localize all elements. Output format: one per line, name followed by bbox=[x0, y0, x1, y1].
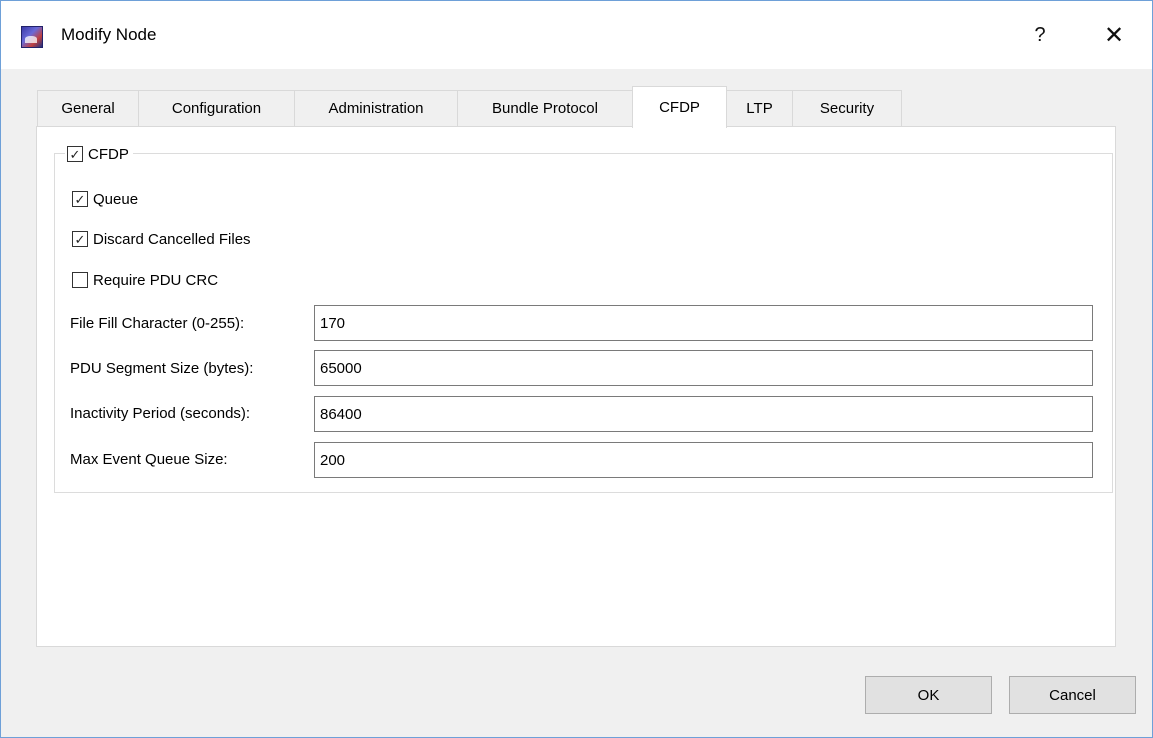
cfdp-group-toggle[interactable]: ✓ CFDP bbox=[65, 144, 133, 164]
window-title: Modify Node bbox=[61, 25, 157, 44]
tab-cfdp[interactable]: CFDP bbox=[632, 86, 727, 128]
ok-button[interactable]: OK bbox=[865, 676, 992, 714]
app-icon bbox=[21, 26, 43, 48]
require-pdu-crc-label: Require PDU CRC bbox=[93, 271, 219, 289]
discard-cancelled-files-label: Discard Cancelled Files bbox=[93, 230, 251, 248]
help-button[interactable]: ? bbox=[1017, 15, 1063, 55]
cfdp-tab-panel: ✓ CFDP ✓ Queue ✓ Discard Cancelled Files… bbox=[36, 126, 1116, 647]
file-fill-character-label: File Fill Character (0-255): bbox=[70, 315, 245, 332]
title-bar: Modify Node ? ✕ bbox=[1, 1, 1152, 69]
require-pdu-crc-checkbox-row[interactable]: Require PDU CRC bbox=[72, 270, 218, 290]
file-fill-character-input[interactable]: 170 bbox=[314, 305, 1093, 341]
tab-configuration[interactable]: Configuration bbox=[138, 90, 295, 126]
close-button[interactable]: ✕ bbox=[1091, 15, 1137, 55]
cfdp-group-label: CFDP bbox=[88, 145, 129, 163]
max-event-queue-size-input[interactable]: 200 bbox=[314, 442, 1093, 478]
discard-cancelled-files-checkbox[interactable]: ✓ bbox=[72, 231, 88, 247]
pdu-segment-size-label: PDU Segment Size (bytes): bbox=[70, 360, 254, 377]
tab-security[interactable]: Security bbox=[792, 90, 902, 126]
discard-cancelled-files-checkbox-row[interactable]: ✓ Discard Cancelled Files bbox=[72, 229, 251, 249]
inactivity-period-input[interactable]: 86400 bbox=[314, 396, 1093, 432]
pdu-segment-size-input[interactable]: 65000 bbox=[314, 350, 1093, 386]
queue-checkbox-row[interactable]: ✓ Queue bbox=[72, 189, 138, 209]
tab-administration[interactable]: Administration bbox=[294, 90, 458, 126]
queue-checkbox[interactable]: ✓ bbox=[72, 191, 88, 207]
cfdp-group-checkbox[interactable]: ✓ bbox=[67, 146, 83, 162]
cancel-button[interactable]: Cancel bbox=[1009, 676, 1136, 714]
modify-node-dialog: Modify Node ? ✕ General Configuration Ad… bbox=[0, 0, 1153, 738]
require-pdu-crc-checkbox[interactable] bbox=[72, 272, 88, 288]
tab-general[interactable]: General bbox=[37, 90, 139, 126]
inactivity-period-label: Inactivity Period (seconds): bbox=[70, 405, 251, 422]
max-event-queue-size-label: Max Event Queue Size: bbox=[70, 451, 228, 468]
tab-bundle-protocol[interactable]: Bundle Protocol bbox=[457, 90, 633, 126]
tab-ltp[interactable]: LTP bbox=[726, 90, 793, 126]
queue-label: Queue bbox=[93, 190, 139, 208]
